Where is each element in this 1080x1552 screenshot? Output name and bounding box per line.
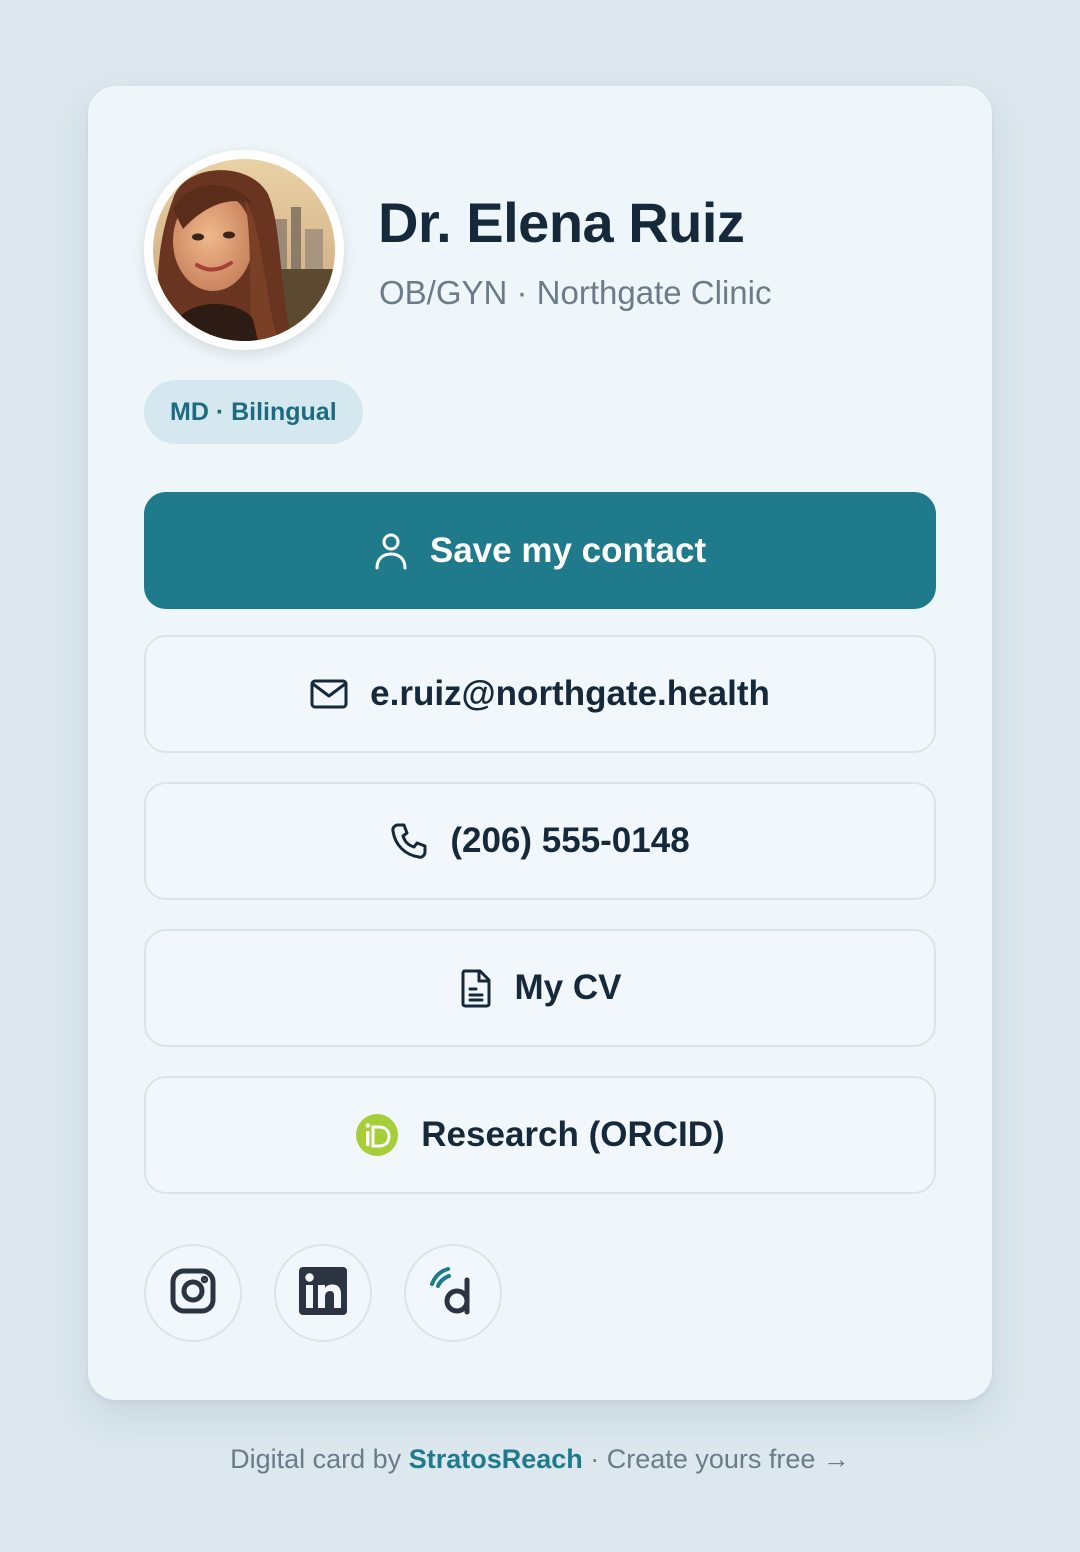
contact-subtitle: OB/GYN · Northgate Clinic: [379, 274, 772, 311]
email-label: e.ruiz@northgate.health: [370, 674, 770, 713]
phone-label: (206) 555-0148: [450, 821, 690, 860]
profile-photo: [153, 159, 335, 341]
mail-icon: [310, 678, 348, 710]
contact-name: Dr. Elena Ruiz: [378, 191, 745, 254]
document-icon: [459, 968, 493, 1008]
instagram-icon: [169, 1267, 217, 1320]
footer: Digital card by StratosReach · Create yo…: [0, 1444, 1080, 1475]
orcid-icon: [355, 1113, 399, 1157]
linkedin-button[interactable]: [274, 1244, 372, 1342]
contact-card: Dr. Elena Ruiz OB/GYN · Northgate Clinic…: [88, 86, 992, 1400]
email-button[interactable]: e.ruiz@northgate.health: [144, 635, 936, 753]
phone-button[interactable]: (206) 555-0148: [144, 782, 936, 900]
save-contact-label: Save my contact: [429, 530, 707, 570]
cv-button[interactable]: My CV: [144, 929, 936, 1047]
person-icon: [374, 532, 408, 570]
phone-icon: [390, 822, 428, 860]
footer-create-link[interactable]: · Create yours free →: [590, 1444, 850, 1474]
footer-brand-link[interactable]: StratosReach: [409, 1444, 583, 1474]
doximity-button[interactable]: [404, 1244, 502, 1342]
linkedin-icon: [299, 1266, 347, 1320]
research-label: Research (ORCID): [421, 1115, 725, 1154]
footer-prefix: Digital card by: [230, 1444, 402, 1474]
instagram-button[interactable]: [144, 1244, 242, 1342]
save-contact-button[interactable]: Save my contact: [144, 492, 936, 609]
credentials-badge: MD · Bilingual: [144, 380, 363, 444]
avatar: [144, 150, 344, 350]
cv-label: My CV: [514, 968, 622, 1007]
research-orcid-button[interactable]: Research (ORCID): [144, 1076, 936, 1194]
doximity-icon: [427, 1266, 479, 1321]
